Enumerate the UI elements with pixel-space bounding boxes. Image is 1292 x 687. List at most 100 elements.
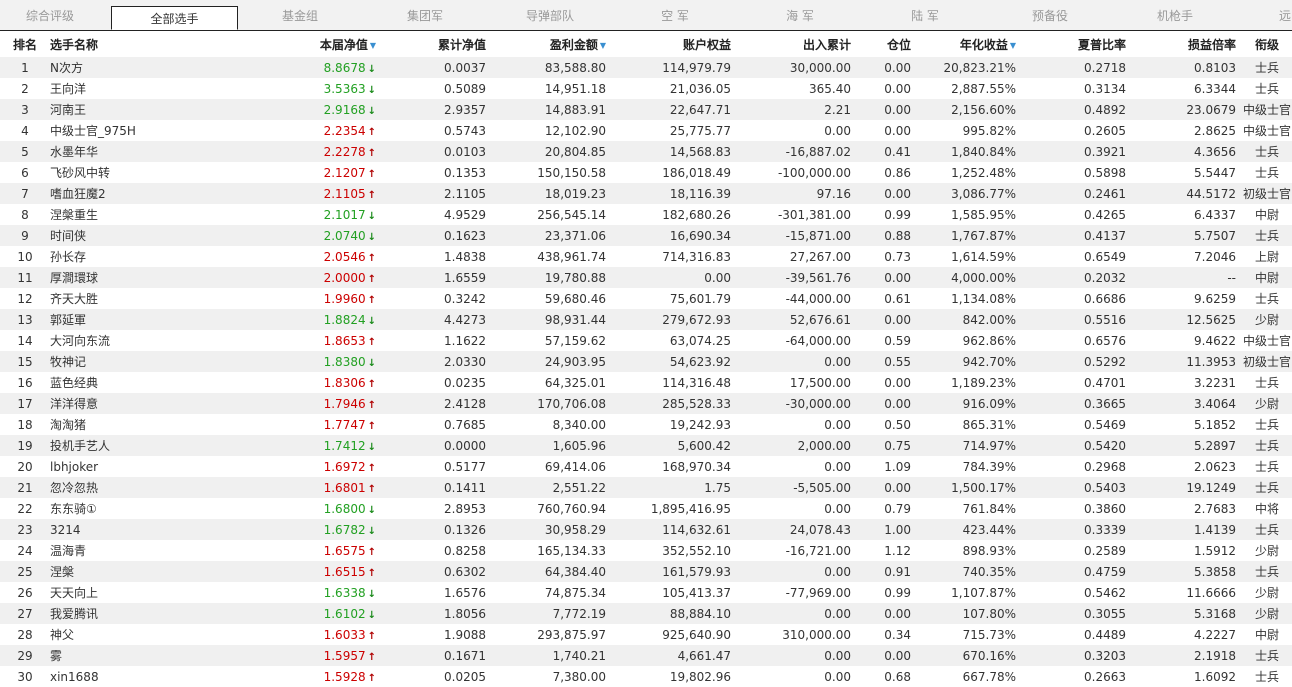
table-row[interactable]: 14 大河向东流 1.8653 ↑ 1.1622 57,159.62 63,074.25 -6…: [0, 330, 1292, 351]
table-row[interactable]: 23 3214 1.6782 ↓ 0.1326 30,958.29 114,632.61 24…: [0, 519, 1292, 540]
tab-all-players[interactable]: 全部选手: [111, 6, 238, 30]
table-row[interactable]: 17 洋洋得意 1.7946 ↑ 2.4128 170,706.08 285,528.33-…: [0, 393, 1292, 414]
table-row[interactable]: 7 嗜血狂魔2 2.1105 ↑ 2.1105 18,019.23 18,116.39 97.…: [0, 183, 1292, 204]
position-cell: 0.73: [884, 249, 911, 264]
tab-group-army[interactable]: 集团军: [375, 0, 475, 30]
table-row[interactable]: 11 厚澗環球 2.0000 ↑ 1.6559 19,780.88 0.00 -39,561.…: [0, 267, 1292, 288]
arrow-up-icon: ↑: [367, 252, 376, 264]
rank-cell: 18: [17, 417, 33, 432]
col-equity-header[interactable]: 账户权益: [612, 31, 737, 57]
table-row[interactable]: 6 飞砂风中转 2.1207 ↑ 0.1353 150,150.58 186,018.49-…: [0, 162, 1292, 183]
col-name-header[interactable]: 选手名称: [50, 31, 250, 57]
table-row[interactable]: 21 忽冷忽热 1.6801 ↑ 0.1411 2,551.22 1.75 -5,505.00…: [0, 477, 1292, 498]
table-row[interactable]: 10 孙长存 2.0546 ↑ 1.4838 438,961.74 714,316.83 27…: [0, 246, 1292, 267]
table-row[interactable]: 5 水墨年华 2.2278 ↑ 0.0103 20,804.85 14,568.83 -16,…: [0, 141, 1292, 162]
col-title-header[interactable]: 衔级: [1242, 31, 1292, 57]
table-row[interactable]: 26 天天向上 1.6338 ↓ 1.6576 74,875.34 105,413.37 -7…: [0, 582, 1292, 603]
table-row[interactable]: 2 王向洋 3.5363 ↓ 0.5089 14,951.18 21,036.05 365.4…: [0, 78, 1292, 99]
name-cell[interactable]: 涅槃重生: [50, 204, 250, 225]
annual-cell: 2,887.55%: [951, 81, 1016, 96]
tab-machine-gunner[interactable]: 机枪手: [1125, 0, 1225, 30]
tab-fund-group[interactable]: 基金组: [250, 0, 350, 30]
table-row[interactable]: 3 河南王 2.9168 ↓ 2.9357 14,883.91 22,647.71 2.21 0…: [0, 99, 1292, 120]
tab-reserve[interactable]: 预备役: [1000, 0, 1100, 30]
name-cell[interactable]: 蓝色经典: [50, 372, 250, 393]
name-cell[interactable]: 东东骑①: [50, 498, 250, 519]
col-rank-header[interactable]: 排名: [0, 31, 50, 57]
col-pl-ratio-header[interactable]: 损益倍率: [1132, 31, 1242, 57]
name-cell[interactable]: 神父: [50, 624, 250, 645]
profit-cell: 760,760.94: [537, 501, 606, 516]
name-cell[interactable]: 大河向东流: [50, 330, 250, 351]
table-row[interactable]: 20 lbhjoker 1.6972 ↑ 0.5177 69,414.06 168,970.…: [0, 456, 1292, 477]
table-row[interactable]: 12 齐天大胜 1.9960 ↑ 0.3242 59,680.46 75,601.79 -44…: [0, 288, 1292, 309]
name-cell[interactable]: 温海青: [50, 540, 250, 561]
table-row[interactable]: 22 东东骑① 1.6800 ↓ 2.8953 760,760.94 1,895,416.9…: [0, 498, 1292, 519]
name-cell[interactable]: 孙长存: [50, 246, 250, 267]
name-cell[interactable]: 时间侠: [50, 225, 250, 246]
name-cell[interactable]: lbhjoker: [50, 456, 250, 477]
name-cell[interactable]: 雾: [50, 645, 250, 666]
equity-cell: 279,672.93: [612, 309, 737, 330]
tab-more[interactable]: 远: [1270, 0, 1292, 30]
pl-ratio-cell: 1.5912: [1194, 543, 1236, 558]
table-row[interactable]: 19 投机手艺人 1.7412 ↓ 0.0000 1,605.96 5,600.42 2,00…: [0, 435, 1292, 456]
col-profit-header[interactable]: 盈利金额 ▼: [492, 31, 612, 57]
col-nav-header[interactable]: 本届净值 ▼: [250, 31, 382, 57]
name-cell[interactable]: N次方: [50, 57, 250, 78]
equity-cell: 352,552.10: [662, 543, 731, 558]
name-cell[interactable]: 牧神记: [50, 351, 250, 372]
table-row[interactable]: 8 涅槃重生 2.1017 ↓ 4.9529 256,545.14 182,680.26 -3…: [0, 204, 1292, 225]
annual-cell: 1,840.84%: [917, 141, 1022, 162]
nav-cell: 1.7946 ↑: [250, 393, 382, 414]
tab-navy[interactable]: 海 军: [750, 0, 850, 30]
name-cell[interactable]: 涅槃: [50, 561, 250, 582]
name-cell[interactable]: 王向洋: [50, 78, 250, 99]
table-row[interactable]: 9 时间侠 2.0740 ↓ 0.1623 23,371.06 16,690.34 -15,8…: [0, 225, 1292, 246]
title-cell: 上尉: [1254, 250, 1279, 264]
tab-air-force[interactable]: 空 军: [625, 0, 725, 30]
name-cell[interactable]: 郭延軍: [50, 309, 250, 330]
table-row[interactable]: 13 郭延軍 1.8824 ↓ 4.4273 98,931.44 279,672.93 52,…: [0, 309, 1292, 330]
table-row[interactable]: 29 雾 1.5957 ↑ 0.1671 1,740.21 4,661.47 0.00 0.00…: [0, 645, 1292, 666]
name-cell[interactable]: 齐天大胜: [50, 288, 250, 309]
name-cell[interactable]: 洋洋得意: [50, 393, 250, 414]
name-cell[interactable]: 天天向上: [50, 582, 250, 603]
col-cum-nav-header[interactable]: 累计净值: [382, 31, 492, 57]
table-row[interactable]: 28 神父 1.6033 ↑ 1.9088 293,875.97 925,640.90 310…: [0, 624, 1292, 645]
tab-overall-rating[interactable]: 综合评级: [0, 0, 100, 30]
name-cell[interactable]: 飞砂风中转: [50, 162, 250, 183]
table-row[interactable]: 18 淘淘猪 1.7747 ↑ 0.7685 8,340.00 19,242.93 0.00 0…: [0, 414, 1292, 435]
name-cell[interactable]: 中级士官_975H: [50, 120, 250, 141]
table-row[interactable]: 16 蓝色经典 1.8306 ↑ 0.0235 64,325.01 114,316.48 17…: [0, 372, 1292, 393]
name-cell[interactable]: 投机手艺人: [50, 435, 250, 456]
table-row[interactable]: 15 牧神记 1.8380 ↓ 2.0330 24,903.95 54,623.92 0.00…: [0, 351, 1292, 372]
table-row[interactable]: 30 xin1688 1.5928 ↑ 0.0205 7,380.00 19,802.96 0…: [0, 666, 1292, 687]
col-inout-header[interactable]: 出入累计: [737, 31, 857, 57]
annual-cell: 107.80%: [917, 603, 1022, 624]
name-cell[interactable]: 淘淘猪: [50, 414, 250, 435]
table-row[interactable]: 1 N次方 8.8678 ↓ 0.0037 83,588.80 114,979.79 30,0…: [0, 57, 1292, 78]
rank-cell: 15: [0, 351, 50, 372]
nav-cell: 1.8306 ↑: [250, 372, 382, 393]
name-cell[interactable]: xin1688: [50, 666, 250, 687]
name-cell[interactable]: 3214: [50, 519, 250, 540]
tab-army[interactable]: 陆 军: [875, 0, 975, 30]
position-cell: 0.00: [884, 81, 911, 96]
table-row[interactable]: 24 温海青 1.6575 ↑ 0.8258 165,134.33 352,552.10 -1…: [0, 540, 1292, 561]
name-cell[interactable]: 忽冷忽热: [50, 477, 250, 498]
tab-missile-force[interactable]: 导弹部队: [500, 0, 600, 30]
col-annual-header[interactable]: 年化收益 ▼: [917, 31, 1022, 57]
table-row[interactable]: 27 我爱腾讯 1.6102 ↓ 1.8056 7,772.19 88,884.10 0.00…: [0, 603, 1292, 624]
name-cell[interactable]: 嗜血狂魔2: [50, 183, 250, 204]
table-row[interactable]: 4 中级士官_975H 2.2354 ↑ 0.5743 12,102.90 25,775.7…: [0, 120, 1292, 141]
arrow-up-icon: ↑: [367, 336, 376, 348]
name-cell[interactable]: 厚澗環球: [50, 267, 250, 288]
col-position-header[interactable]: 仓位: [857, 31, 917, 57]
name-cell[interactable]: 水墨年华: [50, 141, 250, 162]
position-cell: 0.59: [884, 333, 911, 348]
col-sharpe-header[interactable]: 夏普比率: [1022, 31, 1132, 57]
table-row[interactable]: 25 涅槃 1.6515 ↑ 0.6302 64,384.40 161,579.93 0.00…: [0, 561, 1292, 582]
name-cell[interactable]: 河南王: [50, 99, 250, 120]
name-cell[interactable]: 我爱腾讯: [50, 603, 250, 624]
